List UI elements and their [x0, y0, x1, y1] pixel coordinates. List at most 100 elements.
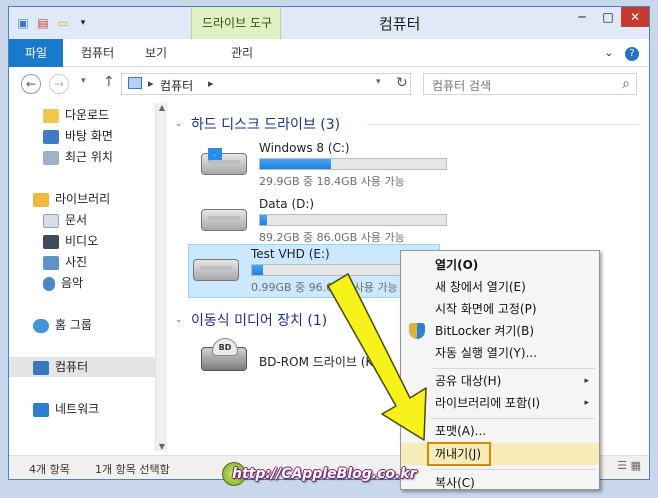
download-folder-icon	[43, 108, 59, 123]
view-toggle-icons[interactable]: ☰ ▦	[617, 459, 641, 472]
drive-usage-fill	[260, 159, 331, 169]
up-button[interactable]: ↑	[103, 74, 115, 90]
navigation-pane: 다운로드 바탕 화면 최근 위치 라이브러리 문서 비디오 사진 음악 홈 그룹…	[9, 101, 167, 455]
address-dropdown-icon[interactable]: ▾	[376, 77, 381, 87]
maximize-button[interactable]: □	[595, 7, 621, 27]
expand-ribbon-icon[interactable]: ⌄	[604, 46, 613, 59]
menu-item-copy[interactable]: 복사(C)	[401, 472, 599, 489]
group-title-hard-disks[interactable]: 하드 디스크 드라이브 (3)	[191, 114, 340, 134]
collapse-group-icon[interactable]: ⌄	[175, 315, 183, 325]
forward-button[interactable]: →	[49, 74, 69, 94]
sidebar-item-label: 문서	[65, 213, 88, 227]
breadcrumb-computer[interactable]: 컴퓨터	[160, 77, 193, 94]
sidebar-item-label: 최근 위치	[65, 150, 113, 164]
submenu-arrow-icon: ▸	[584, 398, 589, 408]
status-selection: 1개 항목 선택함	[95, 463, 170, 476]
search-box[interactable]: 컴퓨터 검색 ⌕	[423, 73, 637, 95]
sidebar-item-label: 라이브러리	[55, 192, 111, 206]
sidebar-item-label: 네트워크	[55, 402, 100, 416]
tab-file[interactable]: 파일	[9, 39, 63, 67]
sidebar-item-libraries[interactable]: 라이브러리	[33, 189, 110, 209]
recent-locations-icon[interactable]: ▾	[81, 76, 86, 86]
videos-icon	[43, 234, 59, 249]
drive-item-d[interactable]: Data (D:) 89.2GB 중 86.0GB 사용 가능	[201, 197, 461, 247]
computer-icon[interactable]: ▣	[15, 15, 31, 31]
search-icon[interactable]: ⌕	[622, 76, 630, 92]
sidebar-item-label: 바탕 화면	[65, 129, 113, 143]
documents-icon	[43, 213, 59, 228]
collapse-group-icon[interactable]: ⌄	[175, 119, 183, 129]
menu-item-pin-to-start[interactable]: 시작 화면에 고정(P)	[401, 298, 599, 320]
menu-item-open-new-window[interactable]: 새 창에서 열기(E)	[401, 276, 599, 298]
menu-separator	[431, 368, 595, 369]
ribbon-controls: ⌄ ?	[604, 46, 639, 61]
properties-icon[interactable]: ▤	[35, 15, 51, 31]
breadcrumb-separator-icon[interactable]: ▸	[148, 77, 154, 90]
watermark-text: http://CAppleBlog.co.kr	[232, 466, 417, 482]
bd-rom-drive-icon: BD	[201, 338, 247, 371]
sidebar-item-network[interactable]: 네트워크	[33, 399, 99, 419]
sidebar-item-homegroup[interactable]: 홈 그룹	[33, 315, 92, 335]
hard-drive-icon	[201, 148, 247, 175]
hard-drive-icon	[193, 259, 239, 281]
music-icon	[43, 276, 55, 291]
drive-free-space: 0.99GB 중 96.0MB 사용 가능	[251, 281, 398, 294]
drive-usage-bar	[259, 158, 447, 170]
menu-item-bitlocker[interactable]: BitLocker 켜기(B)	[401, 320, 599, 342]
drive-usage-bar	[259, 214, 447, 226]
tab-computer[interactable]: 컴퓨터	[81, 39, 114, 67]
drive-item-c[interactable]: Windows 8 (C:) 29.9GB 중 18.4GB 사용 가능	[201, 141, 461, 191]
context-menu: 열기(O) 새 창에서 열기(E) 시작 화면에 고정(P) BitLocker…	[400, 250, 600, 490]
sidebar-item-music[interactable]: 음악	[43, 273, 83, 293]
drive-usage-fill	[252, 265, 264, 275]
hard-drive-icon	[201, 209, 247, 231]
library-icon	[33, 192, 49, 207]
window-title: 컴퓨터	[379, 15, 421, 33]
refresh-icon[interactable]: ↻	[396, 75, 408, 91]
menu-item-include-in-library[interactable]: 라이브러리에 포함(I) ▸	[401, 392, 599, 414]
sidebar-item-desktop[interactable]: 바탕 화면	[43, 126, 113, 146]
recent-places-icon	[43, 150, 59, 165]
computer-icon	[128, 77, 142, 89]
drive-name: Windows 8 (C:)	[259, 141, 350, 155]
drive-free-space: 29.9GB 중 18.4GB 사용 가능	[259, 175, 405, 188]
group-title-removable[interactable]: 이동식 미디어 장치 (1)	[191, 310, 327, 330]
tab-manage[interactable]: 관리	[217, 39, 267, 67]
sidebar-item-label: 음악	[61, 276, 84, 290]
menu-item-open[interactable]: 열기(O)	[401, 254, 599, 276]
new-folder-icon[interactable]: ▭	[55, 15, 71, 31]
drive-name: Test VHD (E:)	[251, 247, 330, 261]
title-bar: ▣ ▤ ▭ ▾ 드라이브 도구 컴퓨터 ─ □ ✕	[9, 7, 649, 67]
tab-view[interactable]: 보기	[145, 39, 167, 67]
status-item-count: 4개 항목	[29, 463, 70, 476]
close-button[interactable]: ✕	[621, 7, 649, 27]
menu-item-eject[interactable]: 꺼내기(J)	[401, 442, 599, 466]
sidebar-item-downloads[interactable]: 다운로드	[43, 105, 109, 125]
address-bar[interactable]: ▸ 컴퓨터 ▸ ▾ ↻	[121, 73, 411, 95]
drive-name: Data (D:)	[259, 197, 315, 211]
sidebar-item-pictures[interactable]: 사진	[43, 252, 87, 272]
menu-item-autoplay[interactable]: 자동 실행 열기(Y)...	[401, 342, 599, 364]
help-icon[interactable]: ?	[625, 47, 639, 61]
sidebar-item-recent-places[interactable]: 최근 위치	[43, 147, 113, 167]
back-button[interactable]: ←	[21, 74, 41, 94]
minimize-button[interactable]: ─	[569, 7, 595, 27]
menu-separator	[431, 469, 595, 470]
qat-dropdown-icon[interactable]: ▾	[75, 15, 91, 31]
network-icon	[33, 402, 49, 417]
menu-separator	[431, 418, 595, 419]
menu-item-share-with[interactable]: 공유 대상(H) ▸	[401, 370, 599, 392]
sidebar-item-documents[interactable]: 문서	[43, 210, 87, 230]
sidebar-item-label: 사진	[65, 255, 88, 269]
drive-free-space: 89.2GB 중 86.0GB 사용 가능	[259, 231, 405, 244]
sidebar-item-videos[interactable]: 비디오	[43, 231, 98, 251]
submenu-arrow-icon: ▸	[584, 376, 589, 386]
homegroup-icon	[33, 318, 49, 333]
breadcrumb-separator-icon[interactable]: ▸	[208, 77, 214, 90]
computer-icon	[33, 360, 49, 375]
search-placeholder: 컴퓨터 검색	[432, 79, 492, 93]
desktop-icon	[43, 129, 59, 144]
sidebar-scrollbar[interactable]: ▲ ▼	[155, 103, 167, 451]
menu-item-format[interactable]: 포맷(A)...	[401, 420, 599, 442]
sidebar-item-computer[interactable]: 컴퓨터	[9, 357, 157, 377]
